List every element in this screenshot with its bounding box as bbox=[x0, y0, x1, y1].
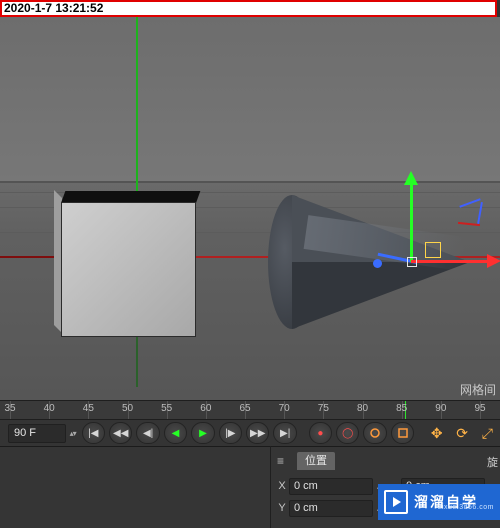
next-key-button[interactable]: ▶▶ bbox=[246, 422, 269, 444]
key-selection-button[interactable] bbox=[363, 422, 386, 444]
playback-bar: 90 F ▴▾ |◀ ◀◀ ◀| ◀ ▶ |▶ ▶▶ ▶| ● ◯ ✥ ⟳ bbox=[0, 420, 500, 447]
scale-tool-button[interactable]: ⤢ bbox=[476, 421, 499, 445]
key-selection-icon bbox=[369, 427, 381, 439]
keyframe-options-button[interactable] bbox=[391, 422, 414, 444]
gizmo-axis-x-arrow[interactable] bbox=[487, 254, 500, 268]
prev-key-button[interactable]: ◀◀ bbox=[109, 422, 132, 444]
coord-x-position-field[interactable]: 0 cm bbox=[289, 478, 373, 495]
ruler-tick-label: 35 bbox=[4, 403, 15, 414]
next-frame-button[interactable]: |▶ bbox=[219, 422, 242, 444]
viewport-sky bbox=[0, 17, 500, 182]
timeline-ruler[interactable]: 35 40 45 50 55 60 65 70 75 80 85 90 95 bbox=[0, 400, 500, 420]
attribute-panel-left bbox=[0, 446, 271, 528]
next-key-icon: ▶▶ bbox=[250, 428, 265, 439]
nav-axis-line bbox=[477, 202, 483, 224]
gizmo-center[interactable] bbox=[407, 257, 417, 267]
ruler-tick-label: 70 bbox=[279, 403, 290, 414]
play-forward-icon: ▶ bbox=[199, 428, 207, 439]
prev-frame-icon: ◀| bbox=[143, 428, 153, 439]
gizmo-axis-y-arrow[interactable] bbox=[404, 171, 418, 185]
play-reverse-icon: ◀ bbox=[172, 428, 180, 439]
panel-menu-icon[interactable]: ≡ bbox=[277, 454, 284, 468]
tab-rotation-label[interactable]: 旋 bbox=[487, 454, 498, 470]
ruler-tick-label: 95 bbox=[474, 403, 485, 414]
go-start-icon: |◀ bbox=[88, 428, 98, 439]
cube-object[interactable] bbox=[61, 202, 196, 337]
ruler-tick-label: 65 bbox=[239, 403, 250, 414]
nav-axis-line bbox=[459, 198, 480, 207]
navigation-axis-icon[interactable] bbox=[454, 197, 484, 227]
ruler-tick-label: 50 bbox=[122, 403, 133, 414]
autokey-icon: ◯ bbox=[342, 428, 353, 439]
tab-position-label: 位置 bbox=[305, 455, 327, 467]
coord-y-position-field[interactable]: 0 cm bbox=[289, 500, 373, 517]
ruler-tick-label: 90 bbox=[435, 403, 446, 414]
go-start-button[interactable]: |◀ bbox=[82, 422, 105, 444]
viewport-3d[interactable]: 网格间 bbox=[0, 17, 500, 400]
gizmo-axis-z-handle[interactable] bbox=[373, 259, 382, 268]
viewport-grid-label: 网格间 bbox=[460, 381, 496, 398]
keyframe-options-icon bbox=[397, 427, 409, 439]
gizmo-axis-x[interactable] bbox=[411, 260, 491, 263]
ruler-tick-label: 55 bbox=[161, 403, 172, 414]
play-forward-button[interactable]: ▶ bbox=[191, 422, 214, 444]
go-end-icon: ▶| bbox=[280, 428, 290, 439]
timestamp-text: 2020-1-7 13:21:52 bbox=[2, 1, 103, 15]
prev-key-icon: ◀◀ bbox=[113, 428, 128, 439]
tab-position[interactable]: 位置 bbox=[297, 452, 335, 470]
rotate-tool-icon: ⟳ bbox=[456, 425, 468, 442]
current-frame-value: 90 F bbox=[14, 427, 36, 439]
go-end-button[interactable]: ▶| bbox=[273, 422, 296, 444]
coord-y-label: Y bbox=[275, 502, 289, 514]
timestamp-bar: 2020-1-7 13:21:52 bbox=[0, 0, 497, 17]
record-icon: ● bbox=[317, 428, 323, 439]
rotate-tool-button[interactable]: ⟳ bbox=[450, 421, 473, 445]
prev-frame-button[interactable]: ◀| bbox=[136, 422, 159, 444]
ruler-tick-label: 85 bbox=[396, 403, 407, 414]
record-button[interactable]: ● bbox=[309, 422, 332, 444]
ruler-tick-label: 60 bbox=[200, 403, 211, 414]
ruler-tick-label: 45 bbox=[83, 403, 94, 414]
move-tool-icon: ✥ bbox=[431, 425, 443, 442]
scale-tool-icon: ⤢ bbox=[482, 425, 493, 442]
watermark-url: zixue.3d66.com bbox=[438, 504, 494, 511]
autokey-button[interactable]: ◯ bbox=[336, 422, 359, 444]
ruler-tick-label: 40 bbox=[44, 403, 55, 414]
move-tool-button[interactable]: ✥ bbox=[425, 421, 448, 445]
watermark-play-icon bbox=[384, 490, 408, 514]
next-frame-icon: |▶ bbox=[225, 428, 235, 439]
frame-stepper-icon[interactable]: ▴▾ bbox=[70, 429, 80, 438]
gizmo-plane-handle[interactable] bbox=[425, 242, 441, 258]
watermark-badge: 溜溜自学 bbox=[378, 484, 500, 520]
coord-x-label: X bbox=[275, 480, 289, 492]
current-frame-field[interactable]: 90 F bbox=[8, 424, 66, 443]
ruler-tick-label: 80 bbox=[357, 403, 368, 414]
play-reverse-button[interactable]: ◀ bbox=[164, 422, 187, 444]
gizmo-axis-y[interactable] bbox=[410, 180, 413, 262]
move-gizmo[interactable] bbox=[365, 167, 485, 297]
ruler-tick-label: 75 bbox=[318, 403, 329, 414]
